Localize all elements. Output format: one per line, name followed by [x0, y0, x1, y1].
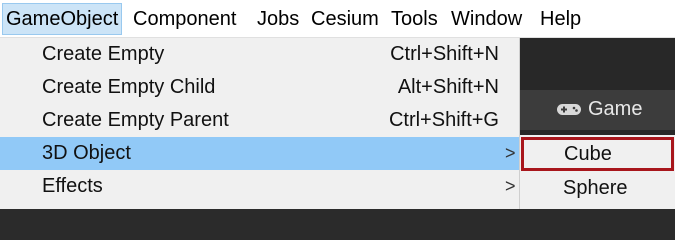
gamepad-icon: [557, 104, 581, 115]
menu-item-shortcut: Ctrl+Shift+N: [390, 43, 499, 65]
menu-item-create-empty-child[interactable]: Create Empty Child Alt+Shift+N: [0, 71, 519, 104]
chevron-right-icon: >: [505, 176, 516, 196]
menu-gameobject[interactable]: GameObject: [2, 3, 123, 35]
menu-item-label: Effects: [42, 175, 103, 197]
submenu-item-label: Sphere: [563, 177, 628, 199]
menu-tools[interactable]: Tools: [391, 3, 438, 35]
game-tab[interactable]: Game: [546, 92, 656, 126]
submenu-item-cube[interactable]: Cube: [521, 137, 674, 171]
menu-item-create-empty-parent[interactable]: Create Empty Parent Ctrl+Shift+G: [0, 104, 519, 137]
3d-object-submenu: Cube Sphere: [520, 135, 675, 209]
menu-jobs[interactable]: Jobs: [257, 3, 299, 35]
menu-item-label: 3D Object: [42, 142, 131, 164]
menu-item-3d-object[interactable]: 3D Object >: [0, 137, 519, 170]
menu-help[interactable]: Help: [540, 3, 581, 35]
menu-component[interactable]: Component: [133, 3, 236, 35]
gameobject-dropdown-menu: Create Empty Ctrl+Shift+N Create Empty C…: [0, 38, 520, 209]
chevron-right-icon: >: [505, 143, 516, 163]
menu-bar: GameObject Component Jobs Cesium Tools W…: [0, 0, 675, 38]
menu-item-shortcut: Ctrl+Shift+G: [388, 109, 499, 131]
menu-window[interactable]: Window: [451, 3, 522, 35]
menu-item-shortcut: Alt+Shift+N: [397, 76, 499, 98]
submenu-item-label: Cube: [564, 143, 612, 165]
game-tab-label: Game: [588, 98, 643, 120]
menu-item-effects[interactable]: Effects >: [0, 170, 519, 203]
menu-item-label: Create Empty Child: [42, 76, 216, 98]
menu-item-create-empty[interactable]: Create Empty Ctrl+Shift+N: [0, 38, 519, 71]
menu-cesium[interactable]: Cesium: [311, 3, 379, 35]
menu-item-label: Create Empty Parent: [42, 109, 229, 131]
menu-item-label: Create Empty: [42, 43, 165, 65]
submenu-item-sphere[interactable]: Sphere: [520, 171, 675, 205]
